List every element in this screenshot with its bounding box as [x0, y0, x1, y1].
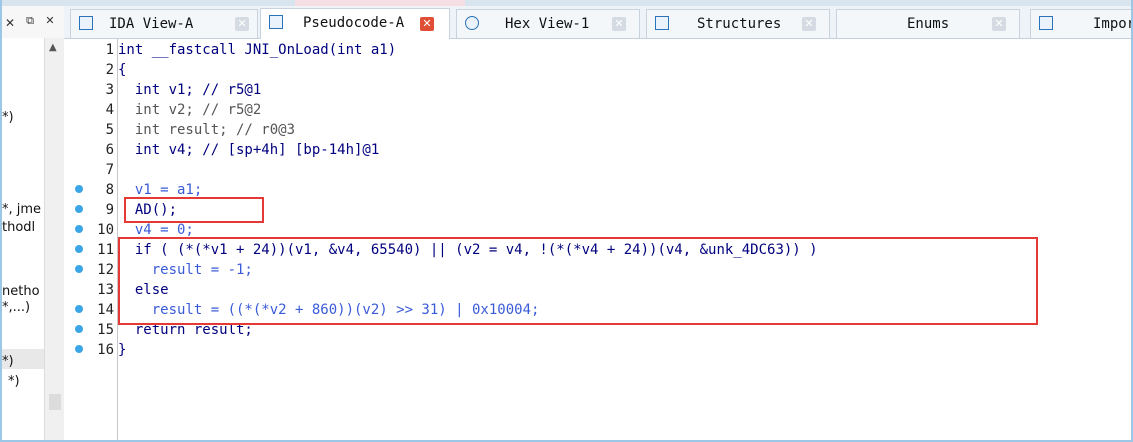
- window-frame: [0, 0, 1133, 442]
